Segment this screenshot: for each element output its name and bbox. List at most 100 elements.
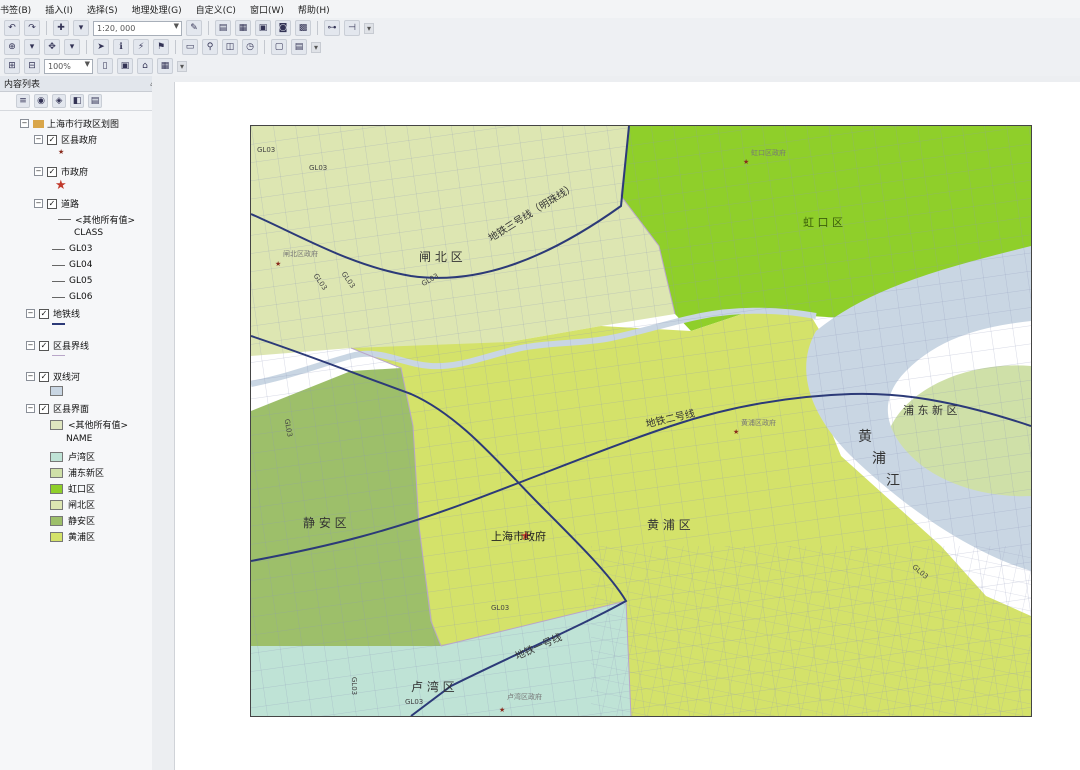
collapse-icon[interactable]: − xyxy=(34,135,43,144)
focus-data-frame-icon[interactable]: ▣ xyxy=(117,58,133,74)
fill-swatch xyxy=(50,531,63,542)
star-icon[interactable]: ★ xyxy=(275,260,281,268)
legend-metro-symbol xyxy=(52,323,69,325)
label-river-char: 江 xyxy=(886,473,900,489)
label-district-zhabei: 闸 北 区 xyxy=(419,250,463,264)
layer-visibility-checkbox[interactable]: ✓ xyxy=(47,166,57,177)
toc-toolbar: ≡ ◉ ◈ ◧ ▤ xyxy=(0,92,168,111)
measure-icon[interactable]: ⊣ xyxy=(344,20,360,36)
menu-bookmarks[interactable]: 书签(B) xyxy=(0,3,31,16)
map-data-frame[interactable]: ★ ★ ★ ★ ★ 闸 北 区 虹 口 区 静 安 区 黄 浦 区 浦 东 新 … xyxy=(250,125,1032,717)
toolbar-overflow-icon[interactable]: ▾ xyxy=(364,22,375,34)
zoom-out-layout-icon[interactable]: ⊟ xyxy=(24,58,40,74)
select-elements-icon[interactable]: ➤ xyxy=(93,39,109,55)
full-extent-icon[interactable]: ⊕ xyxy=(4,39,20,55)
layer-visibility-checkbox[interactable]: ✓ xyxy=(39,308,49,319)
label-road-class: GL03 xyxy=(405,698,424,706)
collapse-icon[interactable]: − xyxy=(34,167,43,176)
layer-visibility-checkbox[interactable]: ✓ xyxy=(47,134,57,145)
go-to-xy-icon[interactable]: ◫ xyxy=(222,39,238,55)
label-district-jingan: 静 安 区 xyxy=(303,516,347,530)
model-builder-icon[interactable]: ⊶ xyxy=(324,20,340,36)
menu-windows[interactable]: 窗口(W) xyxy=(250,3,284,16)
layer-visibility-checkbox[interactable]: ✓ xyxy=(39,340,49,351)
collapse-icon[interactable]: − xyxy=(20,119,29,128)
map-scale-combo[interactable]: 1:20, 000 ▼ xyxy=(93,20,182,36)
layout-zoom-combo[interactable]: 100% ▼ xyxy=(44,58,93,74)
toc-layer-county-gov[interactable]: − ✓ 区县政府 xyxy=(34,133,97,146)
toggle-draft-mode-icon[interactable]: ▯ xyxy=(97,58,113,74)
collapse-icon[interactable]: − xyxy=(26,309,35,318)
star-icon[interactable]: ★ xyxy=(743,158,749,166)
toolbar-overflow-icon[interactable]: ▾ xyxy=(311,41,322,53)
hyperlink-icon[interactable]: ⚡ xyxy=(133,39,149,55)
menu-insert[interactable]: 插入(I) xyxy=(45,3,73,16)
layer-visibility-checkbox[interactable]: ✓ xyxy=(39,371,49,382)
add-data-icon[interactable]: ✚ xyxy=(53,20,69,36)
menu-customize[interactable]: 自定义(C) xyxy=(196,3,236,16)
fill-swatch xyxy=(50,467,63,478)
collapse-icon[interactable]: − xyxy=(26,372,35,381)
legend-other-values: <其他所有值> xyxy=(50,418,128,431)
toolbar-separator xyxy=(208,21,209,35)
line-symbol xyxy=(52,248,65,250)
layer-visibility-checkbox[interactable]: ✓ xyxy=(47,198,57,209)
dropdown-icon[interactable]: ▾ xyxy=(24,39,40,55)
list-by-selection-icon[interactable]: ◧ xyxy=(70,94,84,108)
menu-selection[interactable]: 选择(S) xyxy=(87,3,118,16)
list-by-visibility-icon[interactable]: ◈ xyxy=(52,94,66,108)
toc-map-document[interactable]: − 上海市行政区划图 xyxy=(20,117,119,130)
collapse-icon[interactable]: − xyxy=(34,199,43,208)
line-symbol xyxy=(52,355,65,356)
toc-options-icon[interactable]: ▤ xyxy=(88,94,102,108)
menu-help[interactable]: 帮助(H) xyxy=(298,3,330,16)
measure-icon[interactable]: ▭ xyxy=(182,39,198,55)
toc-layer-city-gov[interactable]: − ✓ 市政府 xyxy=(34,165,88,178)
arctoolbox-icon[interactable]: ◙ xyxy=(275,20,291,36)
html-popup-icon[interactable]: ⚑ xyxy=(153,39,169,55)
find-icon[interactable]: ⚲ xyxy=(202,39,218,55)
change-layout-icon[interactable]: ⌂ xyxy=(137,58,153,74)
add-data-dropdown-icon[interactable]: ▾ xyxy=(73,20,89,36)
layer-visibility-checkbox[interactable]: ✓ xyxy=(39,403,49,414)
toc-layer-metro[interactable]: − ✓ 地铁线 xyxy=(26,307,80,320)
legend-district-class: 虹口区 xyxy=(50,482,95,495)
viewer-icon[interactable]: ▤ xyxy=(291,39,307,55)
collapse-icon[interactable]: − xyxy=(26,404,35,413)
search-window-icon[interactable]: ▣ xyxy=(255,20,271,36)
zoom-in-layout-icon[interactable]: ⊞ xyxy=(4,58,20,74)
layout-view-icon[interactable]: ▢ xyxy=(271,39,287,55)
toc-layer-roads[interactable]: − ✓ 道路 xyxy=(34,197,79,210)
label-road-class: GL03 xyxy=(257,146,276,154)
python-window-icon[interactable]: ▩ xyxy=(295,20,311,36)
toc-layer-river[interactable]: − ✓ 双线河 xyxy=(26,370,80,383)
table-of-contents-panel: 内容列表 ₄ × ≡ ◉ ◈ ◧ ▤ − 上海市行政区划图 − ✓ 区县政府 ★… xyxy=(0,76,169,770)
identify-icon[interactable]: ℹ xyxy=(113,39,129,55)
star-icon[interactable]: ★ xyxy=(499,706,505,714)
table-of-contents-icon[interactable]: ▤ xyxy=(215,20,231,36)
time-slider-icon[interactable]: ◷ xyxy=(242,39,258,55)
data-driven-pages-icon[interactable]: ▦ xyxy=(157,58,173,74)
legend-label: 浦东新区 xyxy=(68,469,105,479)
star-icon[interactable]: ★ xyxy=(733,428,739,436)
toc-layer-district-border[interactable]: − ✓ 区县界线 xyxy=(26,339,89,352)
toolbar-overflow-icon[interactable]: ▾ xyxy=(177,60,188,72)
undo-icon[interactable]: ↶ xyxy=(4,20,20,36)
chevron-down-icon: ▼ xyxy=(84,59,90,68)
catalog-icon[interactable]: ▦ xyxy=(235,20,251,36)
label-district-pudong: 浦 东 新 区 xyxy=(903,404,958,417)
collapse-icon[interactable]: − xyxy=(26,341,35,350)
fill-swatch xyxy=(50,419,63,430)
list-by-drawing-order-icon[interactable]: ≡ xyxy=(16,94,30,108)
line-symbol xyxy=(52,280,65,282)
list-by-source-icon[interactable]: ◉ xyxy=(34,94,48,108)
toc-layer-district-area[interactable]: − ✓ 区县界面 xyxy=(26,402,89,415)
redo-icon[interactable]: ↷ xyxy=(24,20,40,36)
symbol-small-star: ★ xyxy=(58,148,64,156)
dropdown-icon[interactable]: ▾ xyxy=(64,39,80,55)
layer-name: 区县政府 xyxy=(61,136,98,146)
toolbar-separator xyxy=(264,40,265,54)
editor-toolbar-icon[interactable]: ✎ xyxy=(186,20,202,36)
pan-icon[interactable]: ✥ xyxy=(44,39,60,55)
menu-geoprocessing[interactable]: 地理处理(G) xyxy=(132,3,182,16)
